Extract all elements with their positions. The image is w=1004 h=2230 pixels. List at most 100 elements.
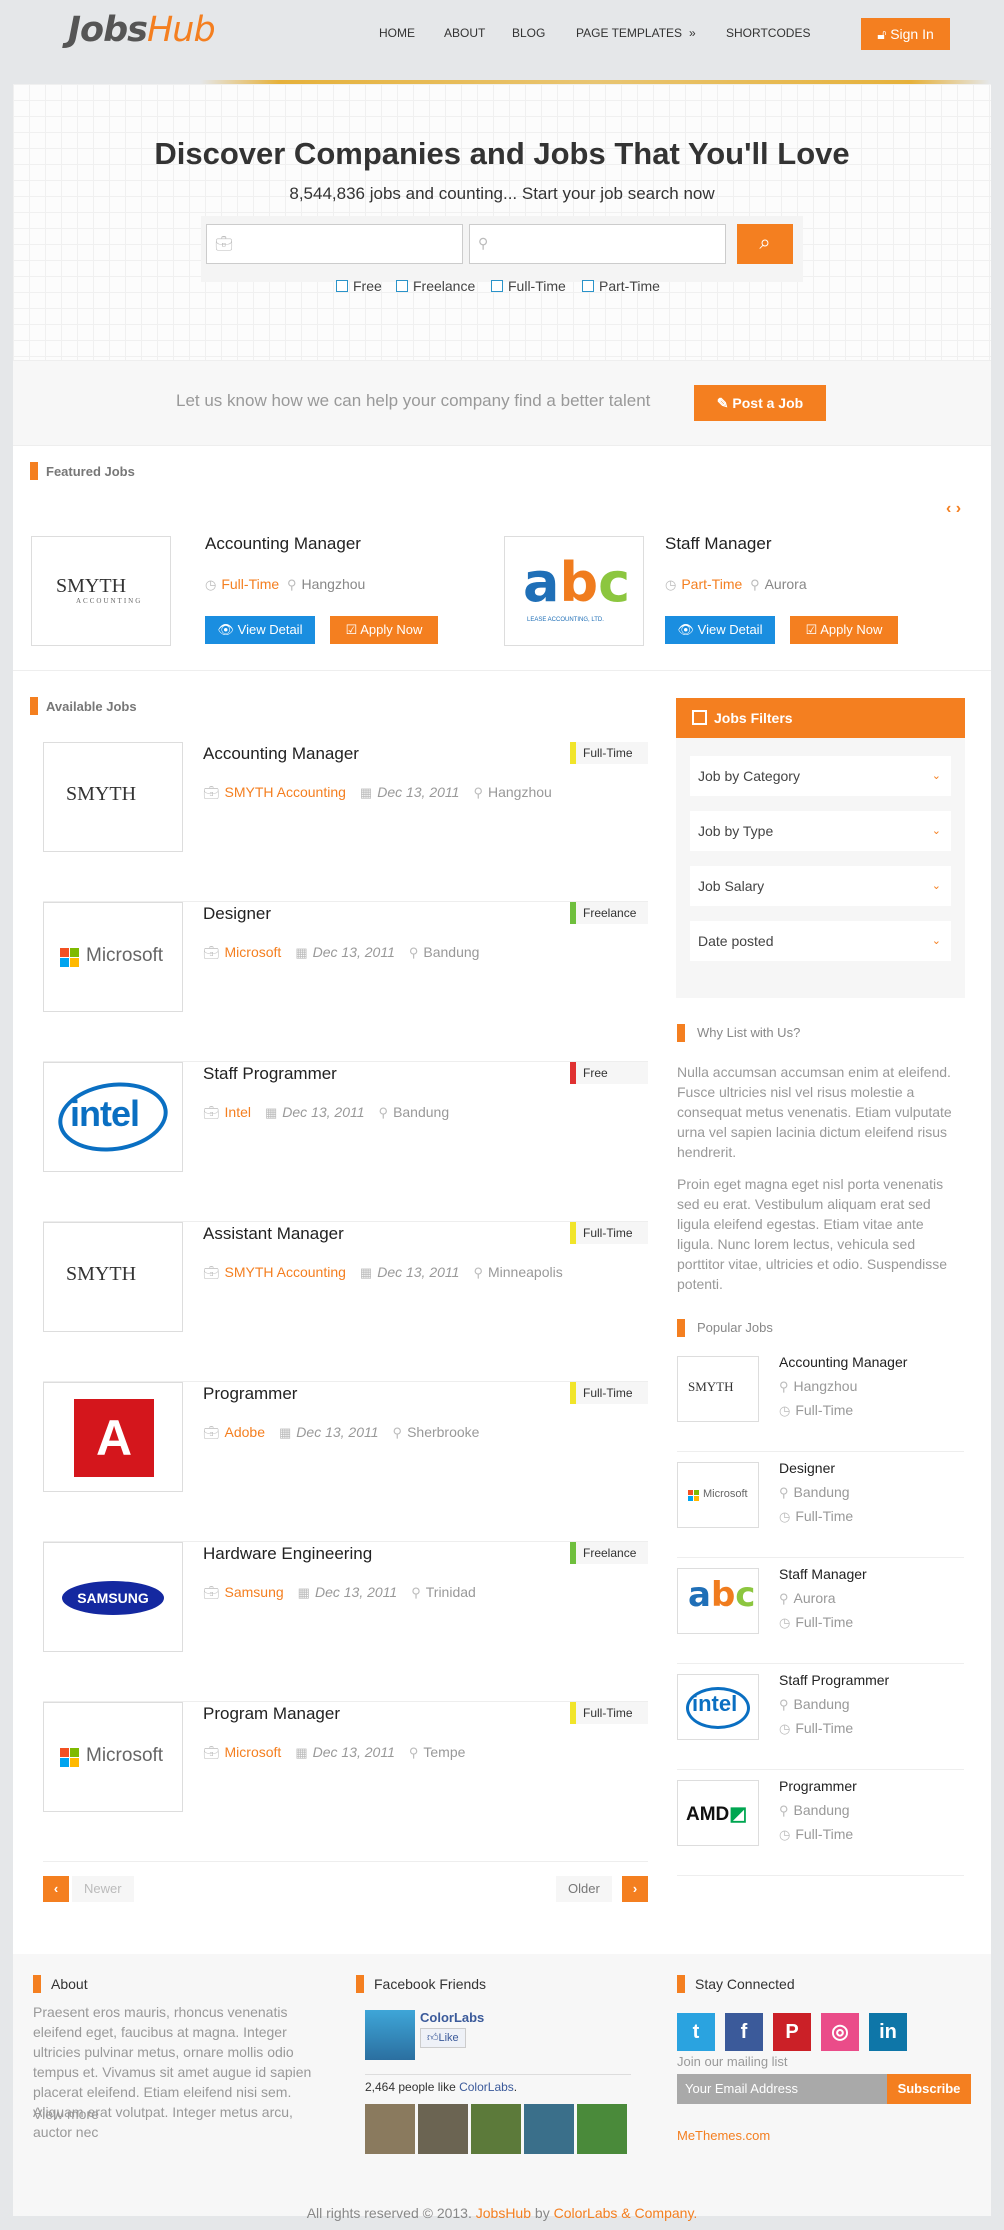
friend-avatar[interactable] bbox=[577, 2104, 627, 2154]
type-fulltime[interactable]: Full-Time bbox=[491, 278, 566, 294]
company-name[interactable]: Intel bbox=[225, 1104, 251, 1120]
category-select[interactable]: Job by Category ⌄ bbox=[690, 756, 951, 796]
view-detail-button[interactable]: 👁︎ View Detail bbox=[665, 616, 775, 644]
thumbs-up-icon: 👍︎ bbox=[427, 2032, 439, 2044]
type-free-label: Free bbox=[353, 278, 382, 294]
company-name[interactable]: SMYTH Accounting bbox=[225, 784, 346, 800]
job-row[interactable]: Microsoft Program Manager 💼︎ Microsoft ▦ De… bbox=[43, 1702, 648, 1862]
older-arrow-button[interactable]: › bbox=[622, 1876, 648, 1902]
job-type: Part-Time bbox=[681, 576, 743, 592]
amd-arrow-icon: ◩ bbox=[729, 1804, 748, 1825]
company-name[interactable]: Microsoft bbox=[225, 1744, 282, 1760]
older-label: Older bbox=[556, 1876, 612, 1902]
apply-now-button[interactable]: ☑ Apply Now bbox=[790, 616, 898, 644]
type: Full-Time bbox=[795, 1720, 854, 1736]
checkbox[interactable] bbox=[582, 280, 594, 292]
signin-button[interactable]: 🔓︎ Sign In bbox=[861, 18, 950, 50]
facebook-like-button[interactable]: 👍︎Like bbox=[420, 2028, 466, 2048]
type-select[interactable]: Job by Type ⌄ bbox=[690, 811, 951, 851]
company-name[interactable]: Samsung bbox=[225, 1584, 284, 1600]
type: Full-Time bbox=[795, 1614, 854, 1630]
linkedin-icon[interactable]: in bbox=[869, 2013, 907, 2051]
job-location: Bandung bbox=[393, 1104, 450, 1120]
featured-job-title[interactable]: Staff Manager bbox=[665, 534, 771, 554]
nav-blog[interactable]: BLOG bbox=[512, 26, 545, 40]
brand-link[interactable]: JobsHub bbox=[476, 2205, 531, 2221]
dribbble-icon[interactable]: ◎ bbox=[821, 2013, 859, 2051]
friend-avatar[interactable] bbox=[524, 2104, 574, 2154]
email-input[interactable]: Your Email Address bbox=[677, 2074, 887, 2104]
nav-page-templates[interactable]: PAGE TEMPLATES bbox=[576, 26, 682, 40]
abc-letter-a: a bbox=[688, 1575, 711, 1615]
company-link[interactable]: ColorLabs & Company. bbox=[554, 2205, 698, 2221]
friend-avatar[interactable] bbox=[418, 2104, 468, 2154]
map-pin-icon: ⚲ bbox=[750, 577, 760, 592]
pinterest-icon[interactable]: P bbox=[773, 2013, 811, 2051]
popular-job-title[interactable]: Designer bbox=[779, 1460, 835, 1476]
chevron-right-icon: » bbox=[689, 26, 696, 40]
twitter-icon[interactable]: t bbox=[677, 2013, 715, 2051]
nav-about[interactable]: ABOUT bbox=[444, 26, 485, 40]
job-title[interactable]: Program Manager bbox=[203, 1704, 340, 1724]
subscribe-button[interactable]: Subscribe bbox=[887, 2074, 971, 2104]
checkbox[interactable] bbox=[491, 280, 503, 292]
salary-select[interactable]: Job Salary ⌄ bbox=[690, 866, 951, 906]
job-title[interactable]: Hardware Engineering bbox=[203, 1544, 372, 1564]
site-link[interactable]: MeThemes.com bbox=[677, 2128, 770, 2143]
newer-arrow-button[interactable]: ‹ bbox=[43, 1876, 69, 1902]
carousel-arrows[interactable]: ‹ › bbox=[946, 500, 961, 518]
type-free[interactable]: Free bbox=[336, 278, 382, 294]
job-title[interactable]: Programmer bbox=[203, 1384, 297, 1404]
post-date: Dec 13, 2011 bbox=[377, 1264, 460, 1280]
friend-avatar[interactable] bbox=[365, 2104, 415, 2154]
microsoft-logo-squares bbox=[688, 1490, 700, 1502]
popular-job-title[interactable]: Programmer bbox=[779, 1778, 857, 1794]
date-select[interactable]: Date posted ⌄ bbox=[690, 921, 951, 961]
clock-icon: ◷ bbox=[665, 577, 677, 592]
type-freelance[interactable]: Freelance bbox=[396, 278, 475, 294]
company-name[interactable]: Microsoft bbox=[225, 944, 282, 960]
facebook-page-name[interactable]: ColorLabs bbox=[420, 2010, 484, 2025]
job-row[interactable]: SAMSUNG Hardware Engineering 💼︎ Samsung ▦ D… bbox=[43, 1542, 648, 1702]
company-name[interactable]: Adobe bbox=[225, 1424, 265, 1440]
popular-job-title[interactable]: Staff Manager bbox=[779, 1566, 867, 1582]
type-parttime[interactable]: Part-Time bbox=[582, 278, 660, 294]
smyth-logo: SMYTH bbox=[66, 1263, 137, 1285]
job-title[interactable]: Staff Programmer bbox=[203, 1064, 337, 1084]
job-title[interactable]: Designer bbox=[203, 904, 271, 924]
post-date: Dec 13, 2011 bbox=[282, 1104, 365, 1120]
job-title[interactable]: Accounting Manager bbox=[203, 744, 359, 764]
popular-job[interactable]: SMYTH Accounting Manager ⚲ Hangzhou ◷ Full… bbox=[677, 1346, 964, 1452]
job-row[interactable]: intel Staff Programmer 💼︎ Intel ▦ Dec 13, 2… bbox=[43, 1062, 648, 1222]
like-count-page[interactable]: ColorLabs bbox=[459, 2080, 514, 2094]
nav-home[interactable]: HOME bbox=[379, 26, 415, 40]
popular-job-title[interactable]: Accounting Manager bbox=[779, 1354, 907, 1370]
popular-job[interactable]: Microsoft Designer ⚲ Bandung ◷ Full-Time bbox=[677, 1452, 964, 1558]
popular-job[interactable]: AMD◩ Programmer ⚲ Bandung ◷ Full-Time bbox=[677, 1770, 964, 1876]
popular-job[interactable]: intel Staff Programmer ⚲ Bandung ◷ Full-Ti… bbox=[677, 1664, 964, 1770]
featured-job-title[interactable]: Accounting Manager bbox=[205, 534, 361, 554]
popular-job[interactable]: abc Staff Manager ⚲ Aurora ◷ Full-Time bbox=[677, 1558, 964, 1664]
site-logo[interactable]: JobsHub bbox=[68, 10, 216, 50]
view-more-link[interactable]: View more bbox=[33, 2104, 99, 2124]
search-button[interactable]: ⌕ bbox=[737, 224, 793, 264]
job-title[interactable]: Assistant Manager bbox=[203, 1224, 344, 1244]
checkbox[interactable] bbox=[396, 280, 408, 292]
keyword-input[interactable]: 💼︎ bbox=[206, 224, 463, 264]
job-row[interactable]: A Programmer 💼︎ Adobe ▦ Dec 13, 2011 ⚲ Sherbr… bbox=[43, 1382, 648, 1542]
apply-now-button[interactable]: ☑ Apply Now bbox=[330, 616, 438, 644]
post-job-button[interactable]: ✎ Post a Job bbox=[694, 385, 826, 421]
nav-shortcodes[interactable]: SHORTCODES bbox=[726, 26, 810, 40]
view-detail-button[interactable]: 👁︎ View Detail bbox=[205, 616, 315, 644]
friend-avatar[interactable] bbox=[471, 2104, 521, 2154]
popular-job-title[interactable]: Staff Programmer bbox=[779, 1672, 889, 1688]
map-pin-icon: ⚲ bbox=[408, 1745, 419, 1760]
company-logo: AMD◩ bbox=[677, 1780, 759, 1846]
job-row[interactable]: SMYTH Assistant Manager 💼︎ SMYTH Accounti… bbox=[43, 1222, 648, 1382]
job-row[interactable]: Microsoft Designer 💼︎ Microsoft ▦ Dec 13, 2… bbox=[43, 902, 648, 1062]
location-input[interactable]: ⚲ bbox=[469, 224, 726, 264]
facebook-icon[interactable]: f bbox=[725, 2013, 763, 2051]
company-name[interactable]: SMYTH Accounting bbox=[225, 1264, 346, 1280]
job-row[interactable]: SMYTH Accounting Manager 💼︎ SMYTH Account… bbox=[43, 742, 648, 902]
checkbox[interactable] bbox=[336, 280, 348, 292]
